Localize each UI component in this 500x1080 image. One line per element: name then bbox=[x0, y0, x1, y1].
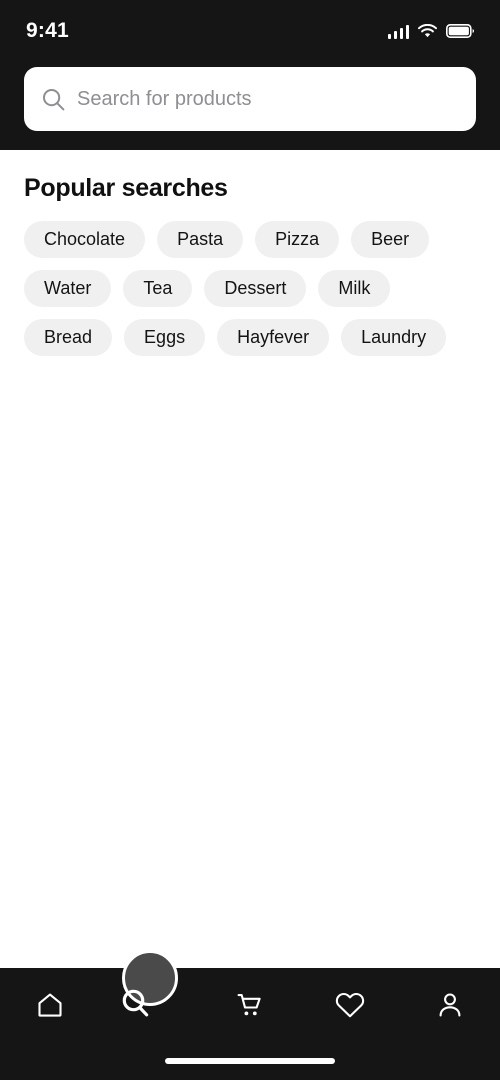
search-bar[interactable] bbox=[24, 67, 476, 131]
nav-item-account[interactable] bbox=[400, 968, 500, 1042]
popular-search-chip[interactable]: Pasta bbox=[157, 221, 244, 258]
popular-search-chip[interactable]: Dessert bbox=[204, 270, 307, 307]
page-title: Popular searches bbox=[24, 174, 228, 202]
search-input[interactable] bbox=[77, 87, 458, 111]
nav-item-home[interactable] bbox=[0, 968, 100, 1042]
bottom-nav-items bbox=[0, 950, 500, 1042]
popular-search-chip[interactable]: Hayfever bbox=[217, 319, 330, 356]
cart-icon bbox=[235, 990, 265, 1020]
nav-item-cart[interactable] bbox=[200, 968, 300, 1042]
heart-icon bbox=[334, 990, 366, 1020]
nav-item-wishlist[interactable] bbox=[300, 968, 400, 1042]
search-bar-container bbox=[24, 62, 476, 150]
wifi-icon bbox=[418, 24, 437, 38]
popular-searches-chip-list: Chocolate Pasta Pizza Beer Water Tea Des… bbox=[24, 221, 476, 356]
popular-search-chip[interactable]: Milk bbox=[318, 270, 391, 307]
home-indicator bbox=[165, 1058, 335, 1064]
home-icon bbox=[35, 990, 65, 1020]
popular-search-chip[interactable]: Chocolate bbox=[24, 221, 146, 258]
nav-item-search[interactable] bbox=[100, 950, 200, 1042]
popular-search-chip[interactable]: Pizza bbox=[255, 221, 340, 258]
popular-search-chip[interactable]: Beer bbox=[351, 221, 430, 258]
status-bar-time: 9:41 bbox=[26, 19, 69, 42]
bottom-navigation-bar bbox=[0, 950, 500, 1080]
status-bar-icons bbox=[387, 24, 474, 39]
header: 9:41 bbox=[0, 0, 500, 150]
popular-search-chip[interactable]: Tea bbox=[123, 270, 193, 307]
search-icon bbox=[42, 88, 65, 111]
status-bar: 9:41 bbox=[24, 0, 476, 62]
popular-search-chip[interactable]: Eggs bbox=[124, 319, 206, 356]
popular-search-chip[interactable]: Water bbox=[24, 270, 112, 307]
popular-search-chip[interactable]: Laundry bbox=[341, 319, 447, 356]
cellular-signal-icon bbox=[387, 24, 409, 39]
app-root: 9:41 Search for products Popular searche… bbox=[0, 0, 500, 1080]
battery-icon bbox=[446, 24, 474, 38]
main-content: Popular searches Chocolate Pasta Pizza B… bbox=[0, 150, 500, 1080]
person-icon bbox=[435, 990, 465, 1020]
search-icon bbox=[122, 989, 166, 1021]
popular-search-chip[interactable]: Bread bbox=[24, 319, 113, 356]
